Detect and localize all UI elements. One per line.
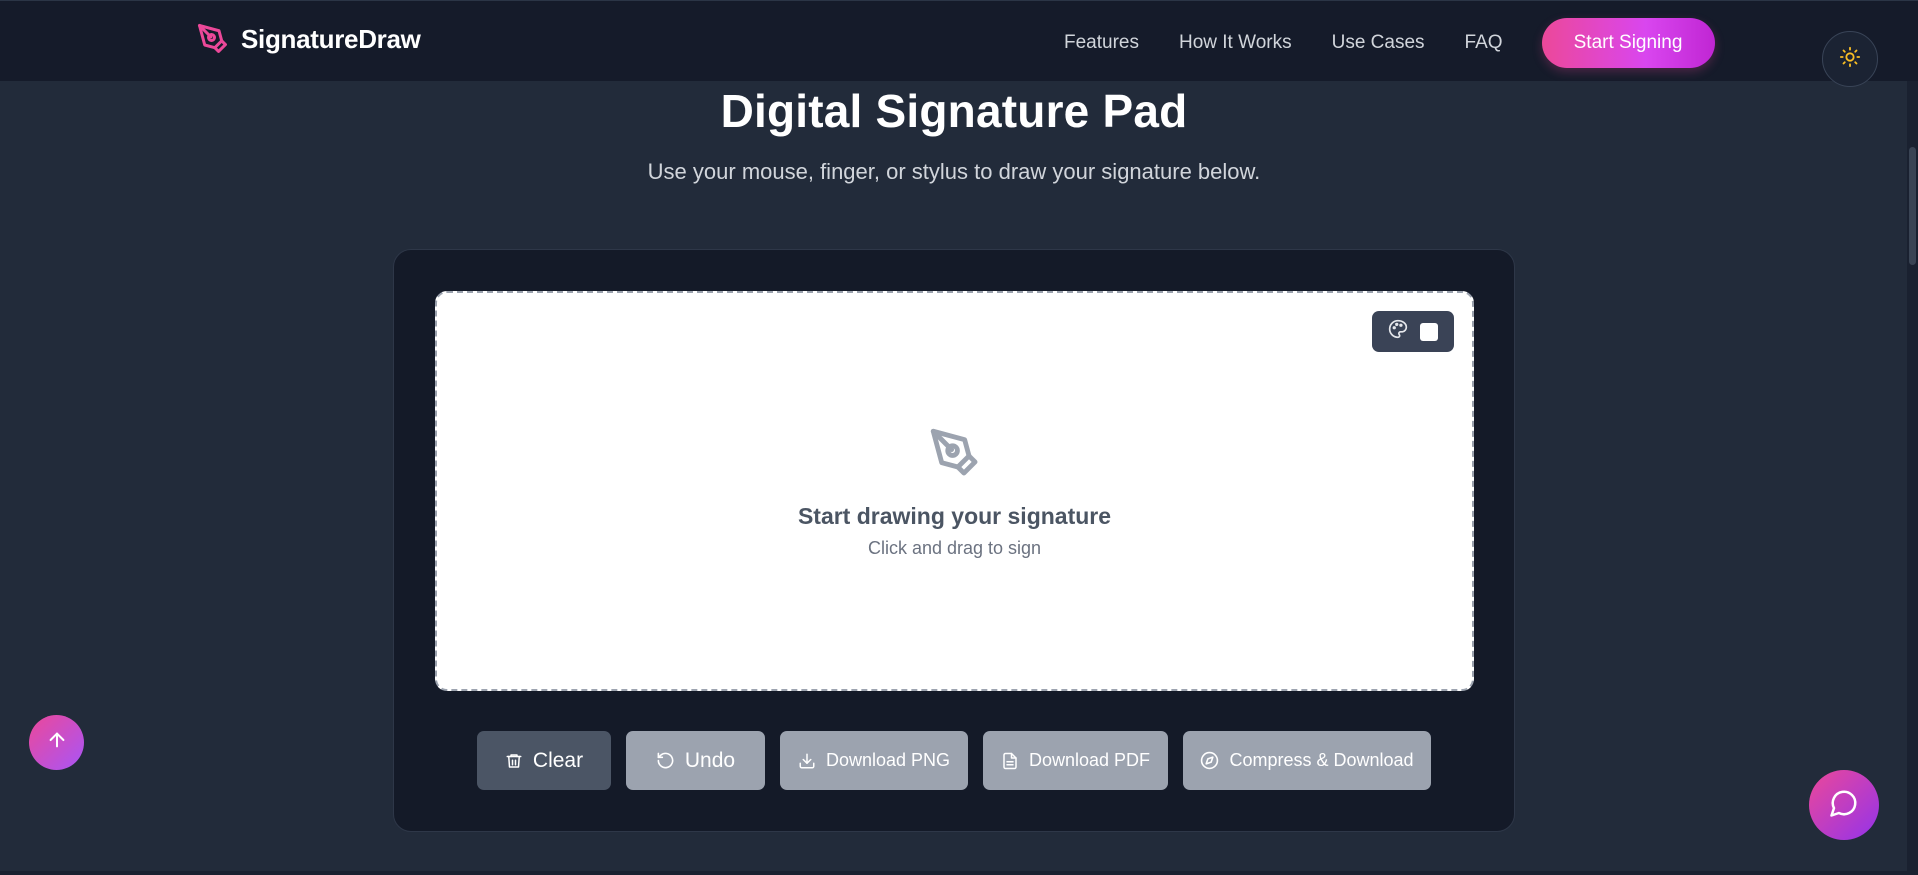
canvas-placeholder: Start drawing your signature Click and d…	[437, 424, 1472, 559]
start-signing-button[interactable]: Start Signing	[1541, 18, 1715, 68]
trash-icon	[505, 752, 523, 770]
brand-logo[interactable]: SignatureDraw	[195, 21, 421, 57]
undo-icon	[656, 751, 675, 770]
document-icon	[1001, 752, 1019, 770]
signature-actions: Clear Undo Download PNG Download PDF Com…	[394, 731, 1514, 790]
pen-nib-icon	[926, 424, 984, 487]
pen-color-swatch[interactable]	[1420, 322, 1438, 341]
chat-button[interactable]	[1809, 770, 1879, 840]
compress-download-button[interactable]: Compress & Download	[1183, 731, 1431, 790]
download-icon	[798, 752, 816, 770]
signature-canvas[interactable]: Start drawing your signature Click and d…	[435, 291, 1474, 691]
sun-icon	[1839, 46, 1861, 73]
pen-nib-icon	[195, 21, 231, 57]
download-png-label: Download PNG	[825, 750, 951, 770]
pen-color-picker[interactable]	[1372, 311, 1454, 352]
main-nav: Features How It Works Use Cases FAQ Star…	[1064, 1, 1715, 85]
page-title: Digital Signature Pad	[720, 85, 1188, 137]
nav-link-faq[interactable]: FAQ	[1465, 32, 1503, 54]
placeholder-title: Start drawing your signature	[797, 503, 1112, 529]
compass-icon	[1200, 751, 1219, 770]
arrow-up-icon	[46, 729, 68, 756]
undo-label: Undo	[684, 748, 736, 772]
page-bottom-edge	[0, 871, 1907, 875]
back-to-top-button[interactable]	[29, 715, 84, 770]
page-scrollbar[interactable]	[1907, 81, 1918, 875]
nav-link-use-cases[interactable]: Use Cases	[1332, 32, 1425, 54]
clear-label: Clear	[532, 748, 584, 772]
scrollbar-thumb[interactable]	[1909, 147, 1916, 265]
nav-link-features[interactable]: Features	[1064, 32, 1139, 54]
signature-card: Start drawing your signature Click and d…	[393, 249, 1515, 832]
palette-icon	[1388, 319, 1408, 344]
brand-name: SignatureDraw	[241, 23, 421, 54]
nav-link-how-it-works[interactable]: How It Works	[1179, 32, 1292, 54]
download-pdf-button[interactable]: Download PDF	[983, 731, 1168, 790]
compress-label: Compress & Download	[1229, 750, 1414, 770]
placeholder-hint: Click and drag to sign	[867, 538, 1042, 558]
top-navbar: SignatureDraw Features How It Works Use …	[0, 0, 1918, 81]
theme-toggle-button[interactable]	[1822, 31, 1878, 87]
undo-button[interactable]: Undo	[626, 731, 765, 790]
page-subtitle: Use your mouse, finger, or stylus to dra…	[647, 159, 1261, 184]
download-png-button[interactable]: Download PNG	[780, 731, 968, 790]
clear-button[interactable]: Clear	[477, 731, 611, 790]
chat-bubble-icon	[1829, 788, 1859, 823]
download-pdf-label: Download PDF	[1028, 750, 1151, 770]
